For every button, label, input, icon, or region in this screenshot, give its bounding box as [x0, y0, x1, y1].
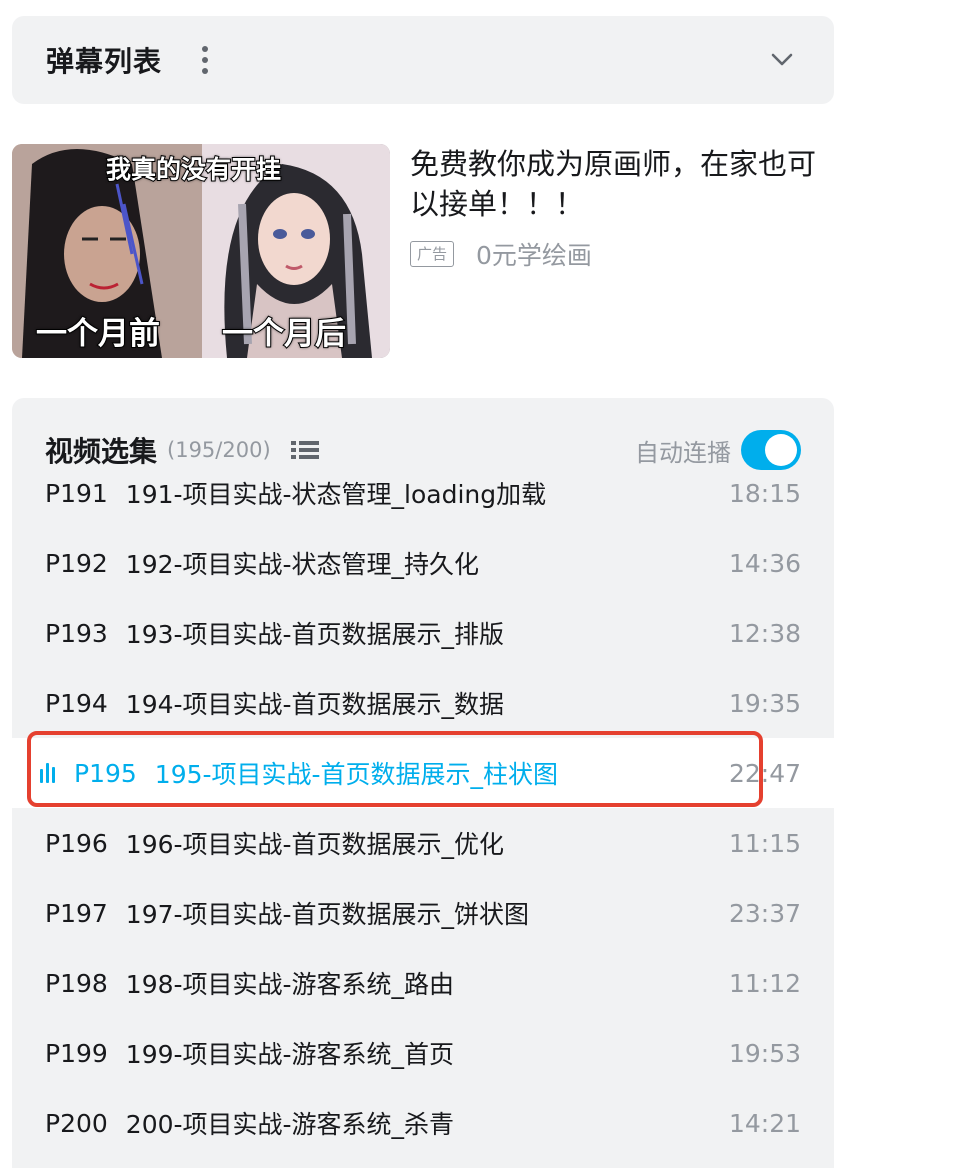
episode-title: 193-项目实战-首页数据展示_排版	[125, 620, 505, 649]
episode-duration: 18:15	[728, 478, 801, 508]
ad-thumbnail-caption-left: 一个月前	[35, 315, 161, 353]
episode-code: P194	[45, 688, 108, 718]
episode-code: P199	[45, 1038, 108, 1068]
more-options-icon[interactable]	[196, 42, 214, 78]
episode-code: P197	[45, 898, 108, 928]
ad-title[interactable]: 免费教你成为原画师，在家也可以接单！！！	[410, 144, 834, 224]
episode-duration: 14:36	[728, 548, 801, 578]
episode-code: P198	[45, 968, 108, 998]
ad-badge: 广告	[410, 241, 455, 267]
episode-title: 195-项目实战-首页数据展示_柱状图	[154, 760, 559, 789]
episode-title: 191-项目实战-状态管理_loading加载	[125, 480, 547, 509]
ad-card[interactable]: 我真的没有开挂 一个月前 一个月后 免费教你成为原画师，在家也可以接单！！！ 广…	[12, 144, 834, 358]
episode-item-active[interactable]: P195 195-项目实战-首页数据展示_柱状图 22:47	[12, 738, 834, 808]
episode-code: P196	[45, 828, 108, 858]
episode-title: 199-项目实战-游客系统_首页	[125, 1040, 455, 1069]
episode-list: P191 191-项目实战-状态管理_loading加载 18:15 P192 192-…	[12, 458, 834, 1158]
episode-duration: 11:12	[728, 968, 801, 998]
ad-thumbnail[interactable]: 我真的没有开挂 一个月前 一个月后	[12, 144, 390, 358]
episode-title: 192-项目实战-状态管理_持久化	[125, 550, 480, 579]
episode-item[interactable]: P197 197-项目实战-首页数据展示_饼状图 23:37	[12, 878, 834, 948]
episode-title: 196-项目实战-首页数据展示_优化	[125, 830, 505, 859]
episode-title: 194-项目实战-首页数据展示_数据	[125, 690, 505, 719]
episode-title: 197-项目实战-首页数据展示_饼状图	[125, 900, 530, 929]
danmaku-list-header[interactable]: 弹幕列表	[12, 16, 834, 104]
episode-title: 198-项目实战-游客系统_路由	[125, 970, 455, 999]
episode-code: P191	[45, 478, 108, 508]
now-playing-icon	[40, 763, 62, 783]
episode-duration: 19:53	[728, 1038, 801, 1068]
chevron-down-icon[interactable]	[764, 42, 800, 78]
episode-duration: 19:35	[728, 688, 801, 718]
ad-subtitle[interactable]: 0元学绘画	[476, 236, 592, 272]
episode-item[interactable]: P196 196-项目实战-首页数据展示_优化 11:15	[12, 808, 834, 878]
episode-code: P200	[45, 1108, 108, 1138]
episode-item[interactable]: P191 191-项目实战-状态管理_loading加载 18:15	[12, 458, 834, 528]
episode-item[interactable]: P199 199-项目实战-游客系统_首页 19:53	[12, 1018, 834, 1088]
ad-thumbnail-caption-right: 一个月后	[221, 315, 347, 353]
episode-code: P192	[45, 548, 108, 578]
episode-title: 200-项目实战-游客系统_杀青	[125, 1110, 455, 1139]
episode-duration: 23:37	[728, 898, 801, 928]
episode-duration: 22:47	[728, 758, 801, 788]
episode-item[interactable]: P198 198-项目实战-游客系统_路由 11:12	[12, 948, 834, 1018]
ad-meta: 广告 0元学绘画	[410, 236, 592, 272]
episode-code: P193	[45, 618, 108, 648]
episode-duration: 11:15	[728, 828, 801, 858]
danmaku-list-title: 弹幕列表	[46, 45, 163, 78]
episode-item[interactable]: P194 194-项目实战-首页数据展示_数据 19:35	[12, 668, 834, 738]
episode-item[interactable]: P200 200-项目实战-游客系统_杀青 14:21	[12, 1088, 834, 1158]
episode-panel: 视频选集 (195/200) 自动连播 P191 191-项目实战-状态管理_lo…	[12, 398, 834, 1168]
episode-duration: 12:38	[728, 618, 801, 648]
episode-code: P195	[74, 758, 137, 788]
episode-item[interactable]: P193 193-项目实战-首页数据展示_排版 12:38	[12, 598, 834, 668]
episode-duration: 14:21	[728, 1108, 801, 1138]
episode-item[interactable]: P192 192-项目实战-状态管理_持久化 14:36	[12, 528, 834, 598]
ad-thumbnail-caption-top: 我真的没有开挂	[105, 154, 282, 185]
